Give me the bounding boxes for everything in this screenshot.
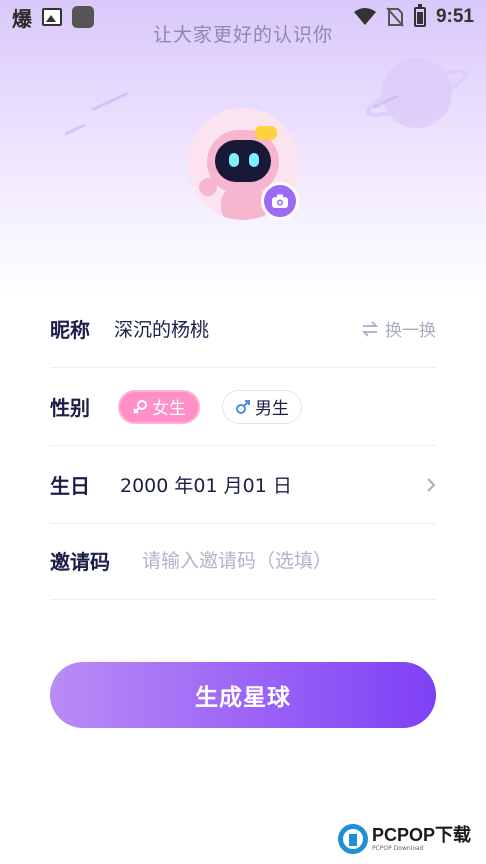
watermark-sub: PCPOP Download [372,845,424,852]
change-avatar-button[interactable] [261,182,299,220]
swap-nickname-button[interactable]: 换一换 [361,316,436,341]
watermark: PCPOP下载 PCPOP Download [338,820,483,858]
gender-options: 女生 男生 [118,389,302,424]
female-symbol-icon [133,399,147,414]
robot-hand [199,178,217,196]
watermark-text: PCPOP下载 PCPOP Download [372,826,471,852]
robot-left-eye [229,153,239,167]
birthday-value: 2000 年01 月01 日 [120,475,292,497]
gender-label: 性别 [50,396,90,420]
swap-nickname-label: 换一换 [385,321,436,341]
page-title: 让大家更好的认识你 [152,24,333,46]
nickname-label: 昵称 [50,318,90,342]
gender-female-option[interactable]: 女生 [118,389,200,424]
gender-row: 性别 女生 男生 [50,368,436,446]
robot-face [215,140,271,182]
camera-icon [272,194,288,208]
robot-bow [255,126,277,140]
robot-right-eye [249,153,259,167]
watermark-main: PCPOP下载 [372,825,472,845]
male-symbol-icon [236,399,250,414]
invite-label: 邀请码 [50,550,110,574]
avatar-container[interactable] [187,108,299,220]
pcpop-logo-icon [338,824,368,854]
birthday-label: 生日 [50,474,90,498]
invite-code-input[interactable] [142,549,422,572]
chevron-right-icon [427,477,436,492]
gender-female-label: 女生 [152,399,186,419]
invite-row: 邀请码 [50,522,436,600]
robot-body [221,188,267,220]
birthday-row[interactable]: 生日 2000 年01 月01 日 [50,446,436,524]
gender-male-option[interactable]: 男生 [222,389,302,424]
gender-male-label: 男生 [255,399,289,419]
swap-arrows-icon [361,320,379,337]
nickname-row: 昵称 深沉的杨桃 换一换 [50,290,436,368]
nickname-value[interactable]: 深沉的杨桃 [114,315,209,342]
generate-planet-button[interactable]: 生成星球 [50,662,436,728]
